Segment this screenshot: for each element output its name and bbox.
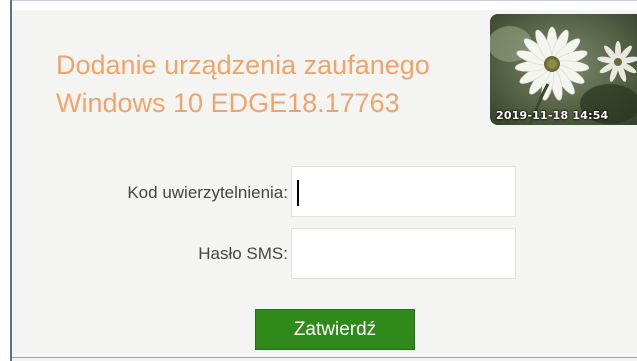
auth-code-label: Kod uwierzytelnienia: <box>127 183 288 202</box>
page-title: Dodanie urządzenia zaufanego Windows 10 … <box>56 46 486 122</box>
title-line-action: Dodanie urządzenia zaufanego <box>56 50 430 80</box>
title-line-device: Windows 10 EDGE18.17763 <box>56 88 400 118</box>
sms-password-label: Hasło SMS: <box>198 244 288 263</box>
sms-password-input[interactable] <box>291 228 516 279</box>
bottom-divider <box>12 357 637 358</box>
security-image: 2019-11-18 14:54 <box>490 14 637 125</box>
text-caret <box>297 180 299 206</box>
confirm-button[interactable]: Zatwierdź <box>255 309 415 350</box>
photo-timestamp: 2019-11-18 14:54 <box>496 109 609 122</box>
top-border <box>10 0 637 1</box>
auth-code-input[interactable] <box>291 166 516 217</box>
browser-viewport: Dodanie urządzenia zaufanego Windows 10 … <box>0 0 637 361</box>
